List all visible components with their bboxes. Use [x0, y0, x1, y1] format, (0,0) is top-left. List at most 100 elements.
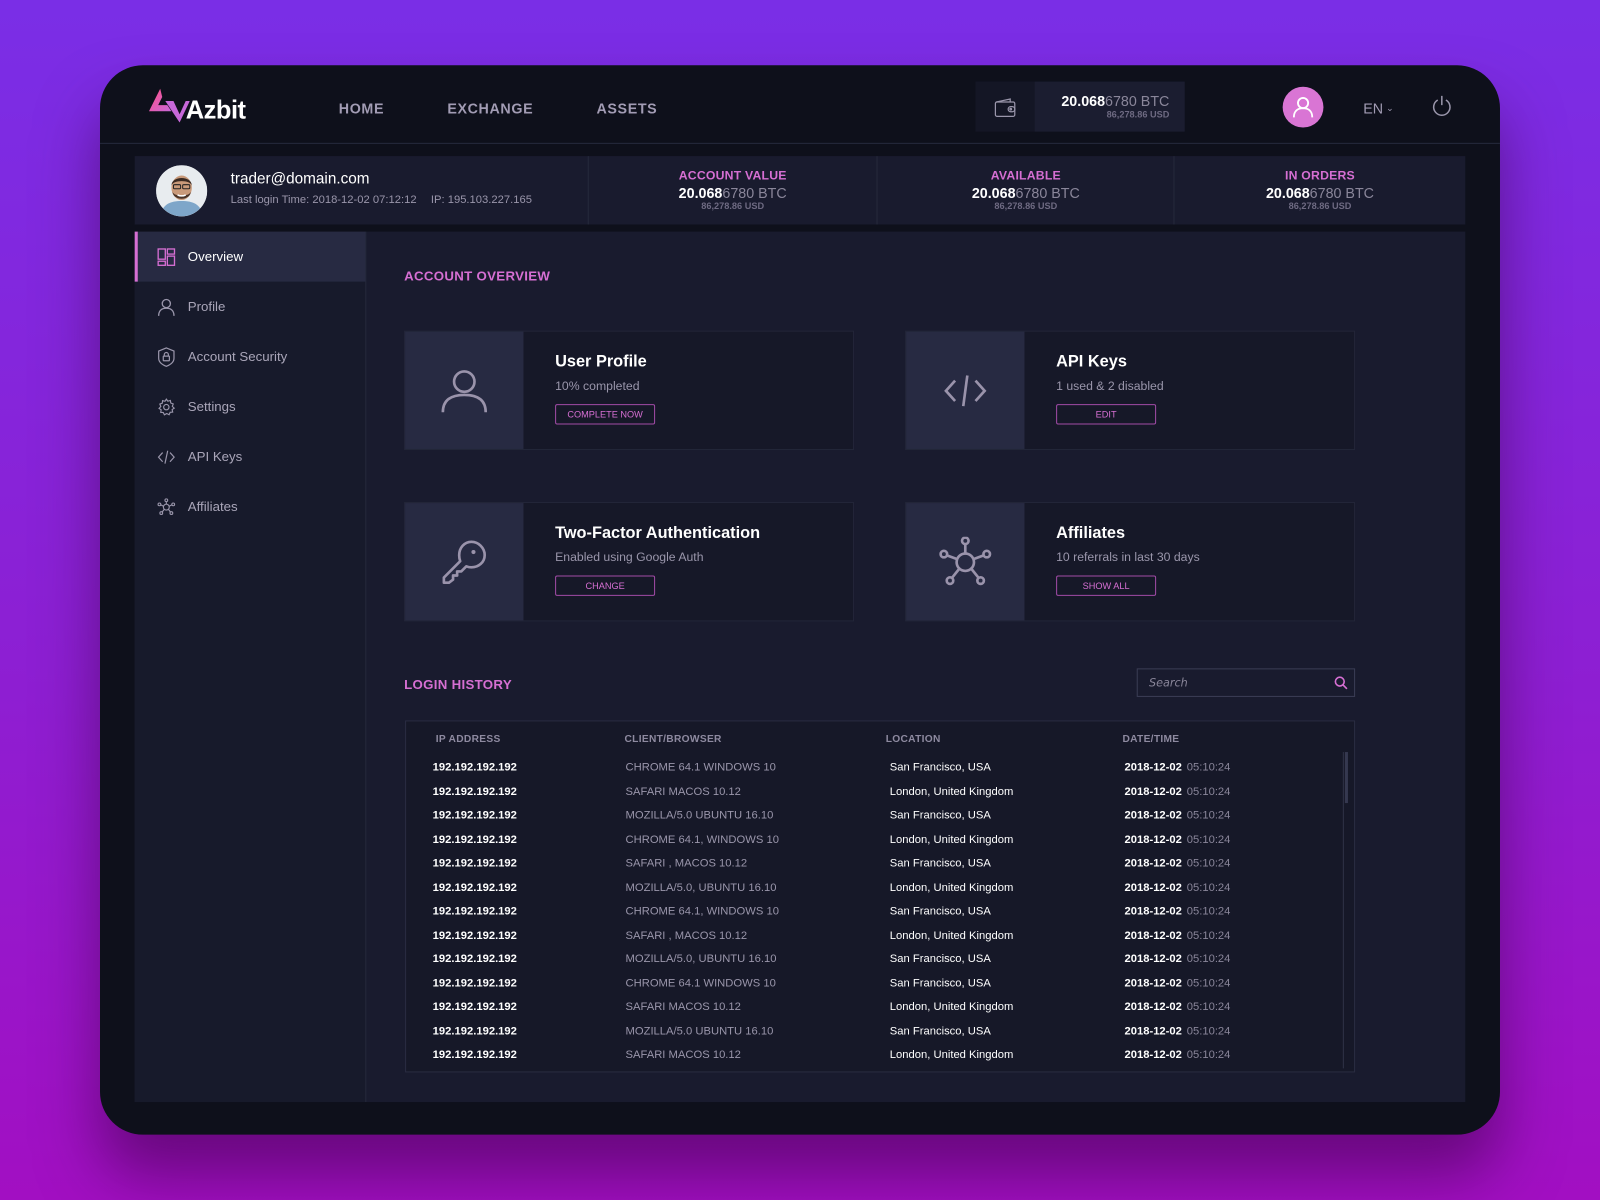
table-row[interactable]: 192.192.192.192 MOZILLA/5.0 UBUNTU 16.10 S… [406, 806, 1345, 830]
table-scrollbar[interactable] [1342, 752, 1348, 1069]
sidebar-item-affiliates[interactable]: Affiliates [135, 482, 366, 532]
wallet-balance[interactable]: 20.0686780 BTC 86,278.86 USD [975, 81, 1185, 132]
cell-location: London, United Kingdom [889, 833, 1014, 846]
wallet-usd: 86,278.86 USD [1106, 109, 1170, 120]
table-row[interactable]: 192.192.192.192 SAFARI MACOS 10.12 London,… [406, 782, 1345, 806]
stat-usd: 86,278.86 USD [701, 201, 765, 212]
stat-label: IN ORDERS [1285, 168, 1355, 183]
cell-location: London, United Kingdom [889, 929, 1014, 942]
scrollbar-thumb[interactable] [1344, 752, 1348, 804]
table-row[interactable]: 192.192.192.192 MOZILLA/5.0, UBUNTU 16.10… [406, 878, 1345, 902]
cell-date: 2018-12-02 [1124, 809, 1182, 822]
column-header-ip[interactable]: IP ADDRESS [436, 734, 501, 745]
card-subtitle: 10 referrals in last 30 days [1056, 549, 1200, 565]
column-header-location[interactable]: LOCATION [886, 734, 941, 745]
cell-client: MOZILLA/5.0, UBUNTU 16.10 [625, 881, 777, 894]
column-header-datetime[interactable]: DATE/TIME [1122, 734, 1179, 745]
cell-date: 2018-12-02 [1124, 905, 1182, 918]
wallet-btc-rest: 6780 BTC [1105, 92, 1170, 110]
cell-date: 2018-12-02 [1124, 1024, 1182, 1038]
table-row[interactable]: 192.192.192.192 SAFARI , MACOS 10.12 San F… [406, 854, 1345, 878]
language-selector[interactable]: EN ⌄ [1363, 100, 1394, 116]
account-avatar-button[interactable] [1282, 86, 1324, 128]
edit-api-keys-button[interactable]: EDIT [1056, 404, 1157, 425]
cell-client: SAFARI MACOS 10.12 [625, 785, 741, 798]
sidebar-item-api-keys[interactable]: API Keys [135, 432, 366, 482]
show-all-affiliates-button[interactable]: SHOW ALL [1056, 575, 1157, 596]
table-row[interactable]: 192.192.192.192 CHROME 64.1, WINDOWS 10 Sa… [406, 902, 1345, 926]
cell-ip: 192.192.192.192 [432, 905, 517, 918]
last-login-ip: IP: 195.103.227.165 [430, 193, 532, 207]
cell-ip: 192.192.192.192 [432, 833, 517, 846]
cell-time: 05:10:24 [1186, 857, 1231, 870]
logout-button[interactable] [1432, 95, 1452, 123]
login-history-search[interactable] [1136, 668, 1356, 697]
cell-time: 05:10:24 [1186, 881, 1231, 894]
card-title: Two-Factor Authentication [555, 524, 761, 542]
cell-client: SAFARI MACOS 10.12 [625, 1048, 741, 1062]
logo-mark-icon [148, 88, 190, 122]
nav-home[interactable]: HOME [339, 100, 384, 116]
table-row[interactable]: 192.192.192.192 MOZILLA/5.0 UBUNTU 16.10 S… [406, 1022, 1345, 1046]
cell-ip: 192.192.192.192 [432, 761, 517, 774]
cell-date: 2018-12-02 [1124, 929, 1182, 942]
sidebar-item-profile[interactable]: Profile [135, 282, 366, 332]
search-icon[interactable] [1334, 676, 1348, 695]
cell-client: CHROME 64.1, WINDOWS 10 [625, 833, 779, 846]
login-history-title: LOGIN HISTORY [404, 676, 512, 692]
column-header-client[interactable]: CLIENT/BROWSER [624, 734, 721, 745]
cell-location: San Francisco, USA [889, 809, 991, 822]
content-area: Overview Profile Account Security Settin… [134, 231, 1466, 1103]
cell-ip: 192.192.192.192 [432, 1048, 517, 1062]
sidebar-item-overview[interactable]: Overview [134, 231, 366, 282]
cell-time: 05:10:24 [1186, 1024, 1231, 1038]
stat-usd: 86,278.86 USD [994, 201, 1058, 212]
shield-lock-icon [157, 346, 175, 367]
network-icon [157, 497, 176, 515]
user-email: trader@domain.com [230, 170, 370, 188]
table-row[interactable]: 192.192.192.192 CHROME 64.1 WINDOWS 10 San… [406, 974, 1345, 998]
table-row[interactable]: 192.192.192.192 MOZILLA/5.0, UBUNTU 16.10… [406, 950, 1345, 974]
cell-time: 05:10:24 [1186, 953, 1231, 966]
stat-account-value: ACCOUNT VALUE 20.0686780 BTC 86,278.86 U… [588, 156, 878, 225]
cell-client: MOZILLA/5.0, UBUNTU 16.10 [625, 953, 777, 966]
cell-date: 2018-12-02 [1124, 1048, 1182, 1062]
cell-client: MOZILLA/5.0 UBUNTU 16.10 [625, 809, 774, 822]
account-overview-title: ACCOUNT OVERVIEW [404, 268, 551, 284]
last-login-time: Last login Time: 2018-12-02 07:12:12 [230, 193, 417, 207]
stat-label: ACCOUNT VALUE [678, 168, 787, 183]
nav-exchange[interactable]: EXCHANGE [447, 100, 533, 116]
stat-btc-main: 20.068 [971, 184, 1016, 202]
brand-logo[interactable]: Azbit [148, 86, 246, 126]
cell-client: SAFARI , MACOS 10.12 [625, 857, 748, 870]
nav-assets[interactable]: ASSETS [596, 100, 657, 116]
cell-ip: 192.192.192.192 [432, 881, 517, 894]
cell-ip: 192.192.192.192 [432, 977, 517, 990]
table-row[interactable]: 192.192.192.192 SAFARI , MACOS 10.12 Londo… [406, 926, 1345, 950]
stat-btc-rest: 6780 BTC [1015, 184, 1080, 202]
card-subtitle: 10% completed [555, 378, 640, 393]
cell-time: 05:10:24 [1186, 929, 1231, 942]
cell-client: SAFARI , MACOS 10.12 [625, 929, 748, 942]
login-history-table: IP ADDRESS CLIENT/BROWSER LOCATION DATE/… [405, 720, 1356, 1073]
search-input[interactable] [1137, 674, 1335, 691]
user-info: trader@domain.com Last login Time: 2018-… [135, 156, 589, 225]
main-panel: ACCOUNT OVERVIEW User Profile 10% comple… [366, 232, 1465, 1102]
api-keys-card: API Keys 1 used & 2 disabled EDIT [905, 330, 1356, 450]
table-row[interactable]: 192.192.192.192 CHROME 64.1 WINDOWS 10 San… [406, 758, 1345, 782]
cell-ip: 192.192.192.192 [432, 929, 517, 942]
language-value: EN [1363, 99, 1384, 117]
stat-available: AVAILABLE 20.0686780 BTC 86,278.86 USD [878, 156, 1175, 225]
table-row[interactable]: 192.192.192.192 CHROME 64.1, WINDOWS 10 Lo… [406, 830, 1345, 854]
cell-client: CHROME 64.1 WINDOWS 10 [625, 977, 776, 990]
stat-btc-rest: 6780 BTC [722, 184, 787, 202]
cell-location: London, United Kingdom [889, 1001, 1014, 1014]
change-2fa-button[interactable]: CHANGE [555, 575, 656, 596]
table-row[interactable]: 192.192.192.192 SAFARI MACOS 10.12 London,… [406, 998, 1345, 1022]
sidebar-item-settings[interactable]: Settings [135, 382, 366, 432]
cell-location: San Francisco, USA [889, 1024, 991, 1038]
complete-now-button[interactable]: COMPLETE NOW [555, 404, 656, 425]
cell-date: 2018-12-02 [1124, 977, 1182, 990]
table-row[interactable]: 192.192.192.192 SAFARI MACOS 10.12 London,… [406, 1046, 1345, 1070]
sidebar-item-account-security[interactable]: Account Security [135, 332, 366, 382]
